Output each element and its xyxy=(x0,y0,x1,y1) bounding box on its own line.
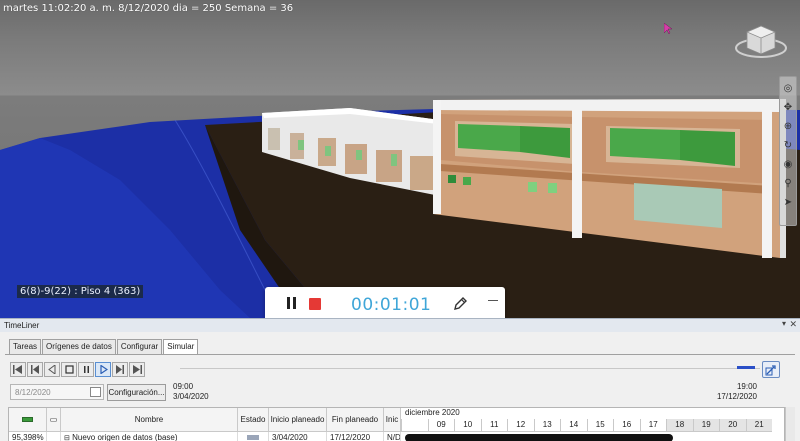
task-grid: ▭ Nombre Estado Inicio planeado Fin plan… xyxy=(8,407,785,441)
3d-viewport[interactable]: martes 11:02:20 a. m. 8/12/2020 dia = 25… xyxy=(0,0,800,318)
row-actual-start: N/D xyxy=(384,432,401,441)
play-icon[interactable] xyxy=(95,362,111,377)
step-back-icon[interactable] xyxy=(27,362,43,377)
stop-playback-icon[interactable] xyxy=(61,362,77,377)
selected-element-label: 6(8)-9(22) : Piso 4 (363) xyxy=(17,285,144,298)
simulation-start: 09:00 3/04/2020 xyxy=(173,382,209,402)
panel-title: TimeLiner xyxy=(0,319,800,332)
pen-icon[interactable] xyxy=(452,296,468,312)
gantt-day: 17 xyxy=(639,419,666,432)
vertical-scrollbar[interactable] xyxy=(785,407,795,441)
date-value: 8/12/2020 xyxy=(15,388,51,397)
skip-to-end-icon[interactable] xyxy=(129,362,145,377)
orbit-icon[interactable]: ↻ xyxy=(780,137,796,153)
row-name: ⊟ Nuevo origen de datos (base) xyxy=(61,432,238,441)
building-model-render xyxy=(0,99,800,318)
gantt-chart[interactable]: diciembre 2020 09 10 11 12 13 14 15 16 1… xyxy=(401,408,784,441)
row-planned-end: 17/12/2020 xyxy=(327,432,384,441)
gantt-month: diciembre 2020 xyxy=(405,408,460,417)
end-date: 17/12/2020 xyxy=(716,392,757,401)
play-backward-icon[interactable] xyxy=(44,362,60,377)
start-date: 3/04/2020 xyxy=(173,392,209,401)
gantt-day: 14 xyxy=(560,419,587,432)
state-bar-icon xyxy=(247,435,259,440)
start-time: 09:00 xyxy=(173,382,194,391)
simulation-status-text: martes 11:02:20 a. m. 8/12/2020 dia = 25… xyxy=(3,3,294,14)
column-progress[interactable] xyxy=(9,408,47,432)
row-percent: 95,398% xyxy=(9,432,47,441)
minimize-icon[interactable] xyxy=(488,291,498,301)
gantt-day: 13 xyxy=(533,419,560,432)
tab-configurar[interactable]: Configurar xyxy=(116,339,163,354)
timeliner-tabs: Tareas Orígenes de datos Configurar Simu… xyxy=(9,339,199,355)
zoom-icon[interactable]: ⊕ xyxy=(780,118,796,134)
calendar-icon[interactable] xyxy=(90,387,101,397)
stop-icon[interactable] xyxy=(309,298,321,310)
step-forward-icon[interactable] xyxy=(112,362,128,377)
configuration-button[interactable]: Configuración... xyxy=(107,384,166,401)
gantt-day: 16 xyxy=(613,419,640,432)
navigation-bar: ◎ ✥ ⊕ ↻ ◉ ⚲ ➤ xyxy=(779,76,797,226)
viewcube-icon[interactable] xyxy=(734,18,788,62)
timeliner-panel: TimeLiner ▾ ✕ Tareas Orígenes de datos C… xyxy=(0,318,800,441)
gantt-day: 12 xyxy=(507,419,534,432)
export-icon xyxy=(765,364,776,375)
screen-recorder-toolbar: 00:01:01 xyxy=(265,287,505,321)
table-row[interactable]: 95,398% ⊟ Nuevo origen de datos (base) 3… xyxy=(9,432,401,441)
expand-icon[interactable]: ⊟ xyxy=(64,435,70,441)
gantt-day: 20 xyxy=(719,419,746,432)
column-inicio-real[interactable]: Inic xyxy=(384,408,401,432)
row-planned-start: 3/04/2020 xyxy=(269,432,327,441)
gantt-day xyxy=(401,419,428,432)
row-name-text: Nuevo origen de datos (base) xyxy=(72,433,178,441)
close-icon[interactable]: ✕ xyxy=(789,319,797,330)
column-estado[interactable]: Estado xyxy=(238,408,269,432)
skip-to-start-icon[interactable] xyxy=(10,362,26,377)
gantt-day: 11 xyxy=(480,419,507,432)
tab-simular[interactable]: Simular xyxy=(163,339,199,355)
simulation-end: 19:00 17/12/2020 xyxy=(715,382,757,402)
gantt-day: 18 xyxy=(666,419,693,432)
walk-icon[interactable]: ⚲ xyxy=(780,175,796,191)
pan-icon[interactable]: ✥ xyxy=(780,99,796,115)
mouse-cursor-icon xyxy=(664,23,673,34)
column-comments[interactable]: ▭ xyxy=(47,408,61,432)
column-nombre[interactable]: Nombre xyxy=(61,408,238,432)
gantt-task-bar[interactable] xyxy=(405,434,673,441)
gantt-day: 09 xyxy=(427,419,454,432)
simulation-slider-thumb[interactable] xyxy=(737,366,755,369)
look-icon[interactable]: ◉ xyxy=(780,156,796,172)
gantt-day: 10 xyxy=(454,419,481,432)
gantt-day-header: 09 10 11 12 13 14 15 16 17 18 19 20 21 xyxy=(401,419,772,432)
row-comment xyxy=(47,432,61,441)
tab-origenes-de-datos[interactable]: Orígenes de datos xyxy=(42,339,116,354)
row-state xyxy=(238,432,269,441)
playback-controls xyxy=(10,362,146,377)
pause-icon[interactable] xyxy=(284,297,298,311)
gantt-day: 21 xyxy=(745,419,772,432)
grid-header: ▭ Nombre Estado Inicio planeado Fin plan… xyxy=(9,408,401,432)
recording-timer: 00:01:01 xyxy=(351,295,432,315)
pause-playback-icon[interactable] xyxy=(78,362,94,377)
column-inicio-planeado[interactable]: Inicio planeado xyxy=(269,408,327,432)
column-fin-planeado[interactable]: Fin planeado xyxy=(327,408,384,432)
tab-tareas[interactable]: Tareas xyxy=(9,339,42,354)
comment-icon: ▭ xyxy=(49,415,58,424)
end-time: 19:00 xyxy=(736,382,757,391)
steering-wheel-icon[interactable]: ◎ xyxy=(780,80,796,96)
export-animation-button[interactable] xyxy=(762,361,780,378)
gantt-day: 15 xyxy=(586,419,613,432)
pin-icon[interactable]: ▾ xyxy=(782,319,786,328)
simulate-tab-body: 8/12/2020 Configuración... 09:00 3/04/20… xyxy=(5,354,795,441)
select-icon[interactable]: ➤ xyxy=(780,194,796,210)
gantt-day: 19 xyxy=(692,419,719,432)
navisworks-window: martes 11:02:20 a. m. 8/12/2020 dia = 25… xyxy=(0,0,800,441)
simulation-date-field[interactable]: 8/12/2020 xyxy=(10,384,104,400)
simulation-slider-track[interactable] xyxy=(180,368,760,369)
